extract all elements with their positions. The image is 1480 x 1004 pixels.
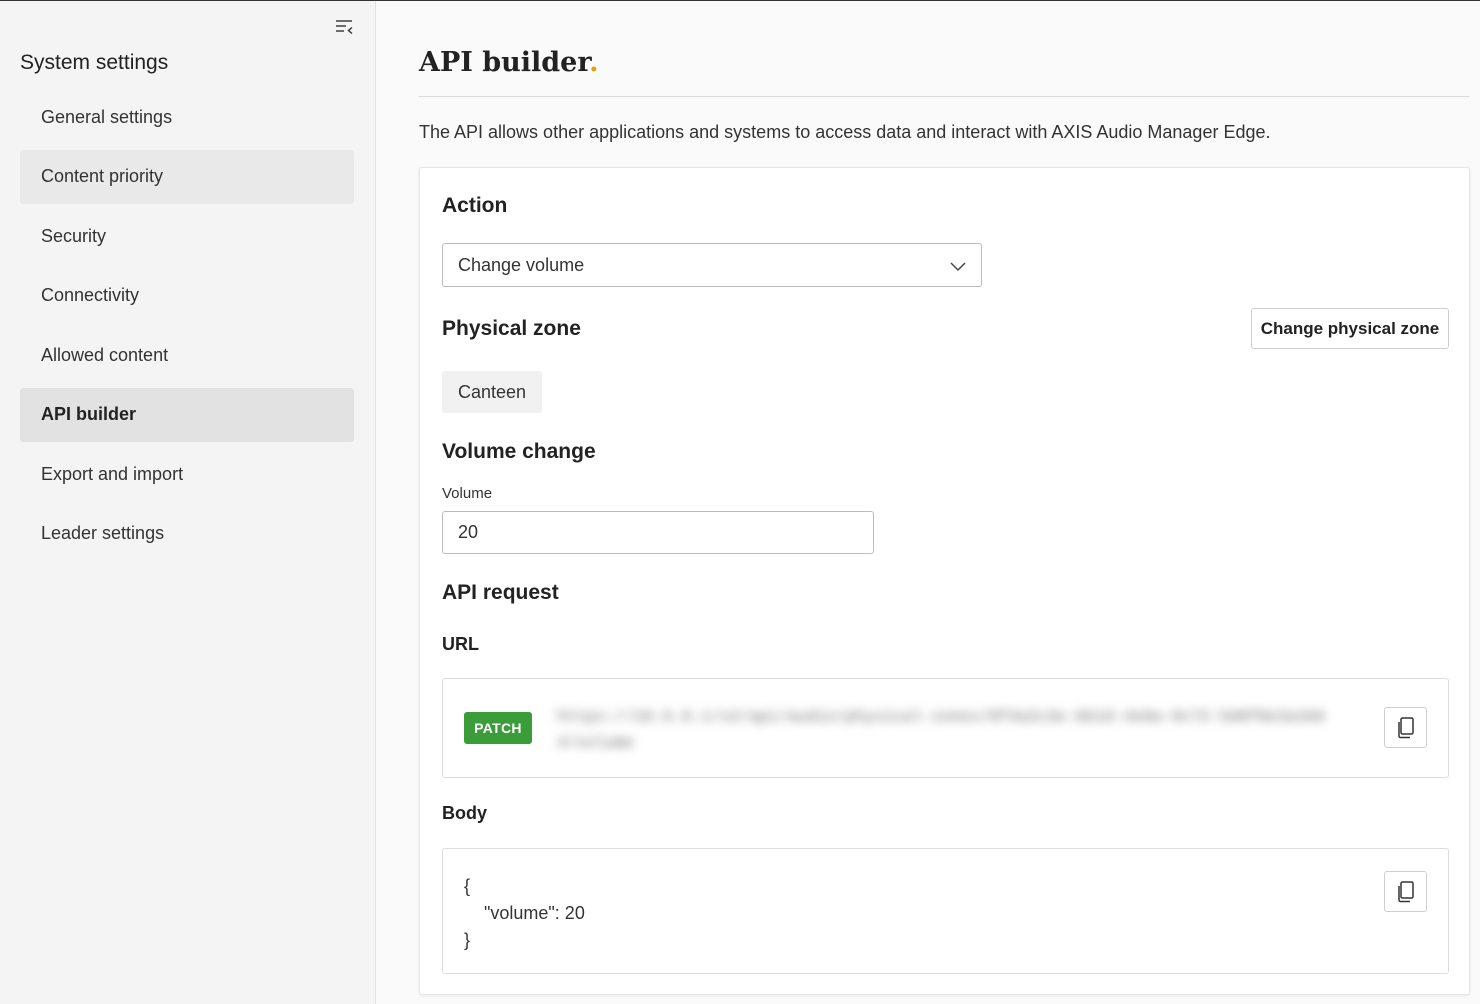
body-box: { "volume": 20 } bbox=[442, 848, 1449, 974]
volume-change-heading: Volume change bbox=[442, 440, 596, 463]
sidebar-item-leader-settings[interactable]: Leader settings bbox=[20, 507, 354, 561]
page-description: The API allows other applications and sy… bbox=[419, 122, 1271, 142]
collapse-menu-icon bbox=[336, 20, 353, 35]
action-select[interactable]: Change volume bbox=[442, 243, 982, 287]
sidebar-title: System settings bbox=[20, 51, 169, 74]
sidebar-item-allowed-content[interactable]: Allowed content bbox=[20, 328, 354, 382]
volume-label: Volume bbox=[442, 485, 493, 502]
sidebar: System settings General settings Content… bbox=[0, 1, 376, 1004]
page-title-dot: . bbox=[589, 47, 599, 78]
main-content: API builder. The API allows other applic… bbox=[377, 1, 1480, 1004]
copy-url-button[interactable] bbox=[1384, 707, 1427, 748]
action-select-value: Change volume bbox=[458, 254, 585, 275]
method-badge: PATCH bbox=[464, 712, 532, 744]
copy-icon bbox=[1397, 880, 1414, 902]
chevron-down-icon bbox=[950, 262, 966, 272]
copy-icon bbox=[1397, 716, 1414, 738]
body-label: Body bbox=[442, 803, 487, 823]
collapse-sidebar-button[interactable] bbox=[331, 15, 357, 39]
sidebar-item-content-priority[interactable]: Content priority bbox=[20, 149, 354, 204]
page-title: API builder. bbox=[419, 47, 599, 78]
sidebar-item-security[interactable]: Security bbox=[20, 209, 354, 263]
action-heading: Action bbox=[442, 194, 508, 217]
sidebar-item-general-settings[interactable]: General settings bbox=[20, 90, 354, 144]
sidebar-item-connectivity[interactable]: Connectivity bbox=[20, 269, 354, 323]
sidebar-item-api-builder[interactable]: API builder bbox=[20, 387, 354, 442]
api-request-heading: API request bbox=[442, 581, 559, 604]
sidebar-item-export-and-import[interactable]: Export and import bbox=[20, 447, 354, 501]
zone-chip: Canteen bbox=[442, 371, 543, 413]
physical-zone-heading: Physical zone bbox=[442, 317, 581, 340]
body-value: { "volume": 20 } bbox=[464, 876, 585, 950]
change-physical-zone-button[interactable]: Change physical zone bbox=[1251, 308, 1449, 349]
page-title-text: API builder bbox=[419, 47, 590, 78]
volume-input[interactable] bbox=[442, 511, 874, 554]
api-builder-card: Action Change volume Physical zone Chang… bbox=[419, 167, 1470, 995]
settings-nav: General settings Content priority Securi… bbox=[20, 90, 354, 566]
url-value: https://10.0.0.1/v2/api/audio/physical-z… bbox=[557, 708, 1326, 752]
url-box: PATCH https://10.0.0.1/v2/api/audio/phys… bbox=[442, 678, 1449, 778]
copy-body-button[interactable] bbox=[1384, 871, 1427, 912]
title-divider bbox=[419, 96, 1469, 97]
url-label: URL bbox=[442, 634, 479, 654]
